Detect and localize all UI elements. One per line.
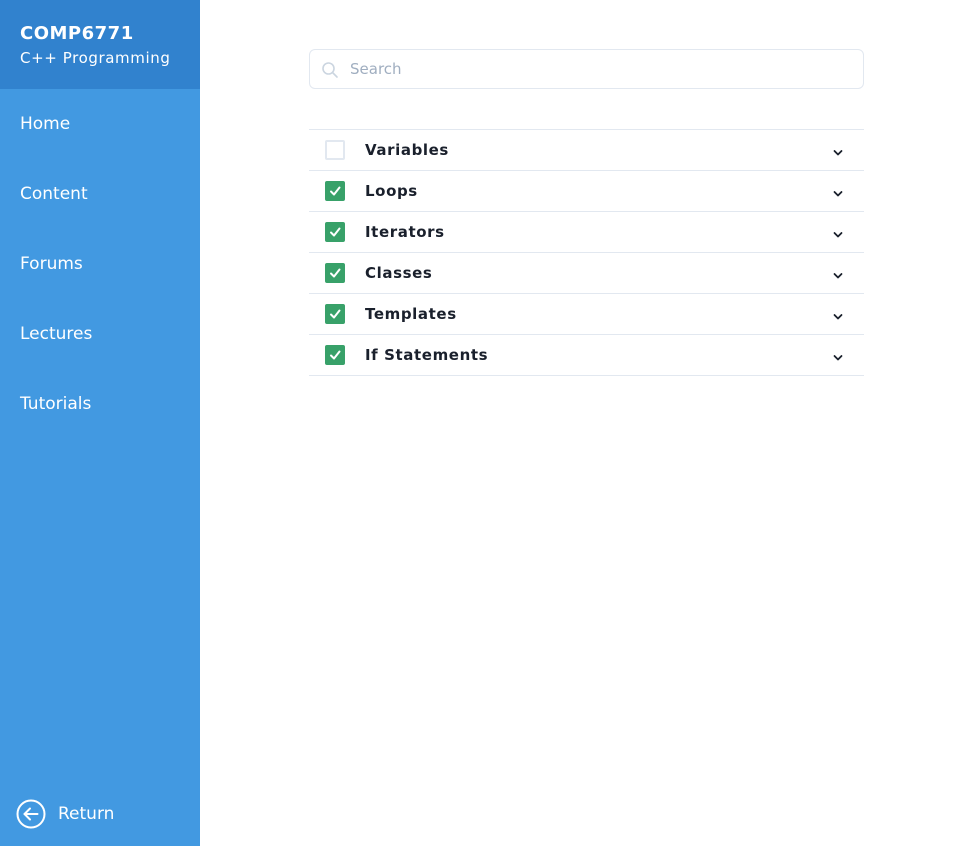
course-code: COMP6771 [20,23,134,44]
topic-label: Variables [365,141,449,159]
chevron-down-icon[interactable] [832,349,844,361]
course-name: C++ Programming [20,49,171,67]
sidebar-item-tutorials[interactable]: Tutorials [0,369,200,439]
topic-row-if-statements[interactable]: If Statements [309,335,864,376]
topic-label: Templates [365,305,457,323]
topic-checkbox-checked[interactable] [325,263,345,283]
arrow-left-circle-icon [16,799,46,829]
sidebar: COMP6771 C++ Programming Home Content Fo… [0,0,200,846]
chevron-down-icon[interactable] [832,308,844,320]
topic-row-iterators[interactable]: Iterators [309,212,864,253]
topic-row-classes[interactable]: Classes [309,253,864,294]
return-label: Return [58,804,115,824]
topic-label: Loops [365,182,418,200]
topic-label: Classes [365,264,433,282]
chevron-down-icon[interactable] [832,144,844,156]
sidebar-item-home[interactable]: Home [0,89,200,159]
topic-checkbox-checked[interactable] [325,345,345,365]
search-icon [321,61,339,79]
app-root: COMP6771 C++ Programming Home Content Fo… [0,0,973,846]
sidebar-header: COMP6771 C++ Programming [0,0,200,89]
topic-checkbox-checked[interactable] [325,304,345,324]
chevron-down-icon[interactable] [832,185,844,197]
topic-list: Variables Loops Iterators Classes Templa [309,129,864,376]
topic-label: Iterators [365,223,445,241]
topic-row-variables[interactable]: Variables [309,130,864,171]
chevron-down-icon[interactable] [832,267,844,279]
topic-checkbox-checked[interactable] [325,181,345,201]
return-button[interactable]: Return [16,799,114,829]
sidebar-item-content[interactable]: Content [0,159,200,229]
sidebar-nav: Home Content Forums Lectures Tutorials [0,89,200,439]
topic-checkbox-unchecked[interactable] [325,140,345,160]
search-input[interactable] [350,50,850,88]
chevron-down-icon[interactable] [832,226,844,238]
topic-label: If Statements [365,346,489,364]
sidebar-item-lectures[interactable]: Lectures [0,299,200,369]
search-box[interactable] [309,49,864,89]
main-content: Variables Loops Iterators Classes Templa [309,49,864,376]
topic-row-templates[interactable]: Templates [309,294,864,335]
topic-checkbox-checked[interactable] [325,222,345,242]
topic-row-loops[interactable]: Loops [309,171,864,212]
sidebar-item-forums[interactable]: Forums [0,229,200,299]
